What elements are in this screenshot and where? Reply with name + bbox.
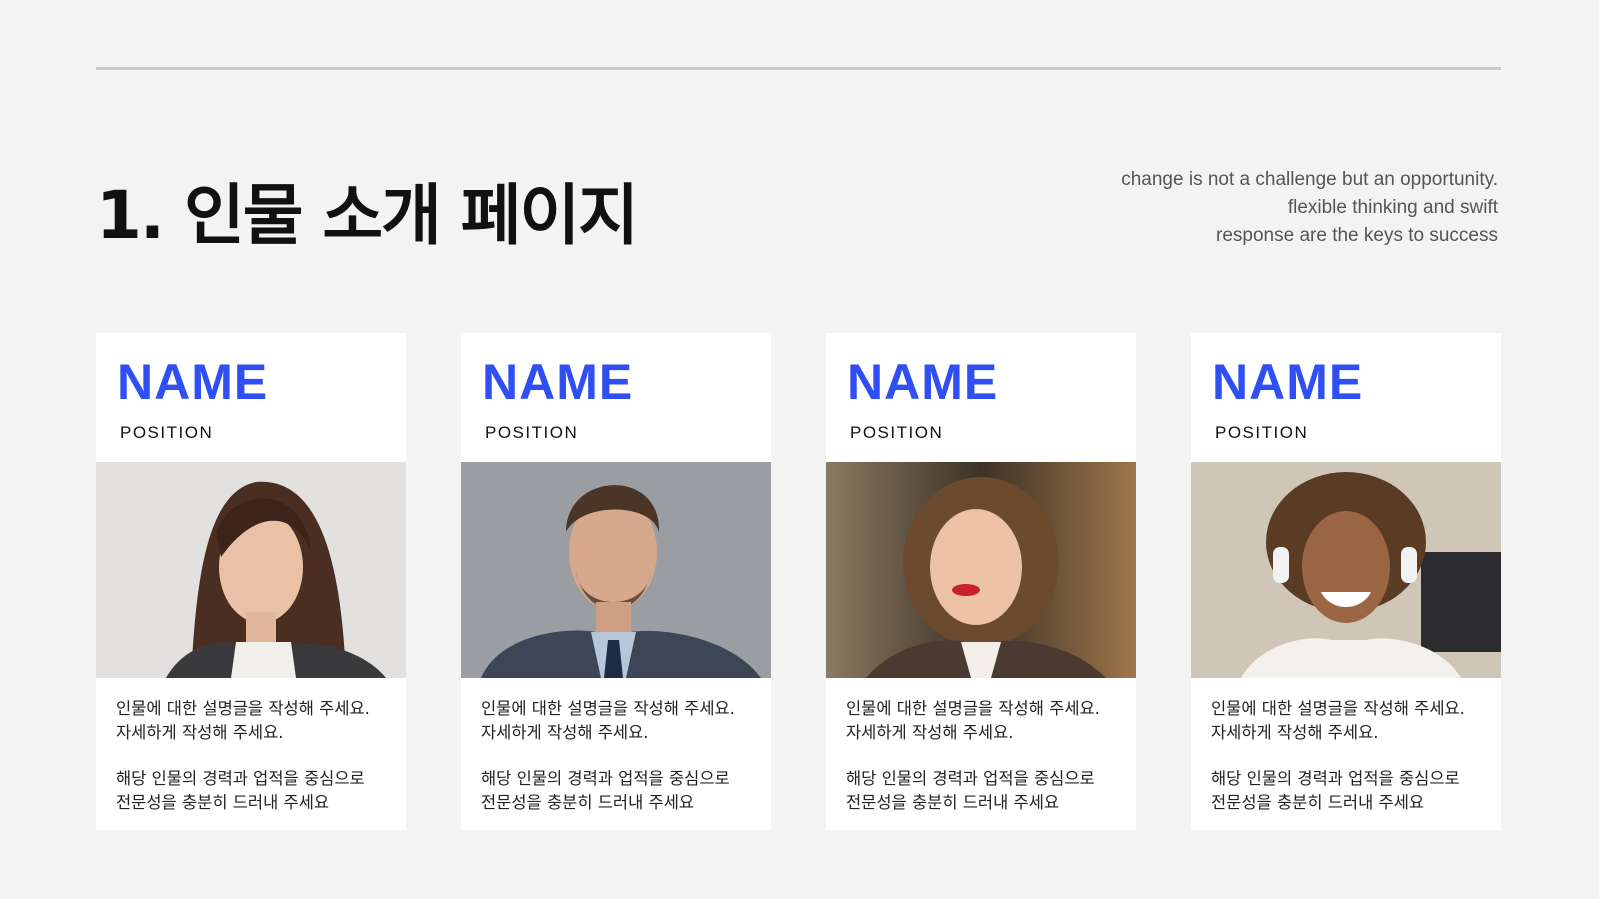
desc-line: 해당 인물의 경력과 업적을 중심으로 (846, 769, 1095, 788)
person-description: 인물에 대한 설명글을 작성해 주세요. 자세하게 작성해 주세요. 해당 인물의… (481, 697, 735, 837)
desc-line: 인물에 대한 설명글을 작성해 주세요. (1211, 699, 1465, 718)
desc-line: 인물에 대한 설명글을 작성해 주세요. (846, 699, 1100, 718)
quote-line: flexible thinking and swift (1287, 197, 1498, 218)
person-photo (96, 462, 406, 678)
person-position: POSITION (120, 423, 214, 442)
quote-line: response are the keys to success (1216, 225, 1498, 246)
person-name: NAME (847, 354, 999, 410)
desc-line: 해당 인물의 경력과 업적을 중심으로 (116, 769, 365, 788)
profile-card: NAME POSITION 인물에 대한 설명글을 작성해 주세요. 자세하게 작… (826, 333, 1136, 830)
person-position: POSITION (850, 423, 944, 442)
profile-card: NAME POSITION 인물에 대한 설명글을 작성해 주세요. 자세하게 작… (96, 333, 406, 830)
person-name: NAME (1212, 354, 1364, 410)
person-description: 인물에 대한 설명글을 작성해 주세요. 자세하게 작성해 주세요. 해당 인물의… (846, 697, 1100, 837)
desc-line: 전문성을 충분히 드러내 주세요 (116, 793, 330, 812)
desc-line: 해당 인물의 경력과 업적을 중심으로 (1211, 769, 1460, 788)
desc-line: 전문성을 충분히 드러내 주세요 (846, 793, 1060, 812)
desc-line: 자세하게 작성해 주세요. (481, 723, 649, 742)
top-divider (96, 67, 1501, 70)
desc-line: 전문성을 충분히 드러내 주세요 (1211, 793, 1425, 812)
desc-line: 자세하게 작성해 주세요. (1211, 723, 1379, 742)
desc-line: 인물에 대한 설명글을 작성해 주세요. (481, 699, 735, 718)
person-name: NAME (482, 354, 634, 410)
desc-line: 해당 인물의 경력과 업적을 중심으로 (481, 769, 730, 788)
person-description: 인물에 대한 설명글을 작성해 주세요. 자세하게 작성해 주세요. 해당 인물의… (116, 697, 370, 837)
desc-line: 인물에 대한 설명글을 작성해 주세요. (116, 699, 370, 718)
person-photo (826, 462, 1136, 678)
person-position: POSITION (1215, 423, 1309, 442)
person-description: 인물에 대한 설명글을 작성해 주세요. 자세하게 작성해 주세요. 해당 인물의… (1211, 697, 1465, 837)
desc-line: 자세하게 작성해 주세요. (116, 723, 284, 742)
page-title: 1. 인물 소개 페이지 (96, 177, 639, 254)
profile-card: NAME POSITION 인물에 대한 설명글을 작성해 주세요. 자세하게 작… (1191, 333, 1501, 830)
profile-card: NAME POSITION 인물에 대한 설명글을 작성해 주세요. 자세하게 작… (461, 333, 771, 830)
person-photo (1191, 462, 1501, 678)
person-name: NAME (117, 354, 269, 410)
desc-line: 전문성을 충분히 드러내 주세요 (481, 793, 695, 812)
person-position: POSITION (485, 423, 579, 442)
quote-line: change is not a challenge but an opportu… (1121, 169, 1498, 190)
quote: change is not a challenge but an opportu… (1121, 166, 1498, 250)
desc-line: 자세하게 작성해 주세요. (846, 723, 1014, 742)
person-photo (461, 462, 771, 678)
profile-cards: NAME POSITION 인물에 대한 설명글을 작성해 주세요. 자세하게 작… (96, 333, 1501, 830)
